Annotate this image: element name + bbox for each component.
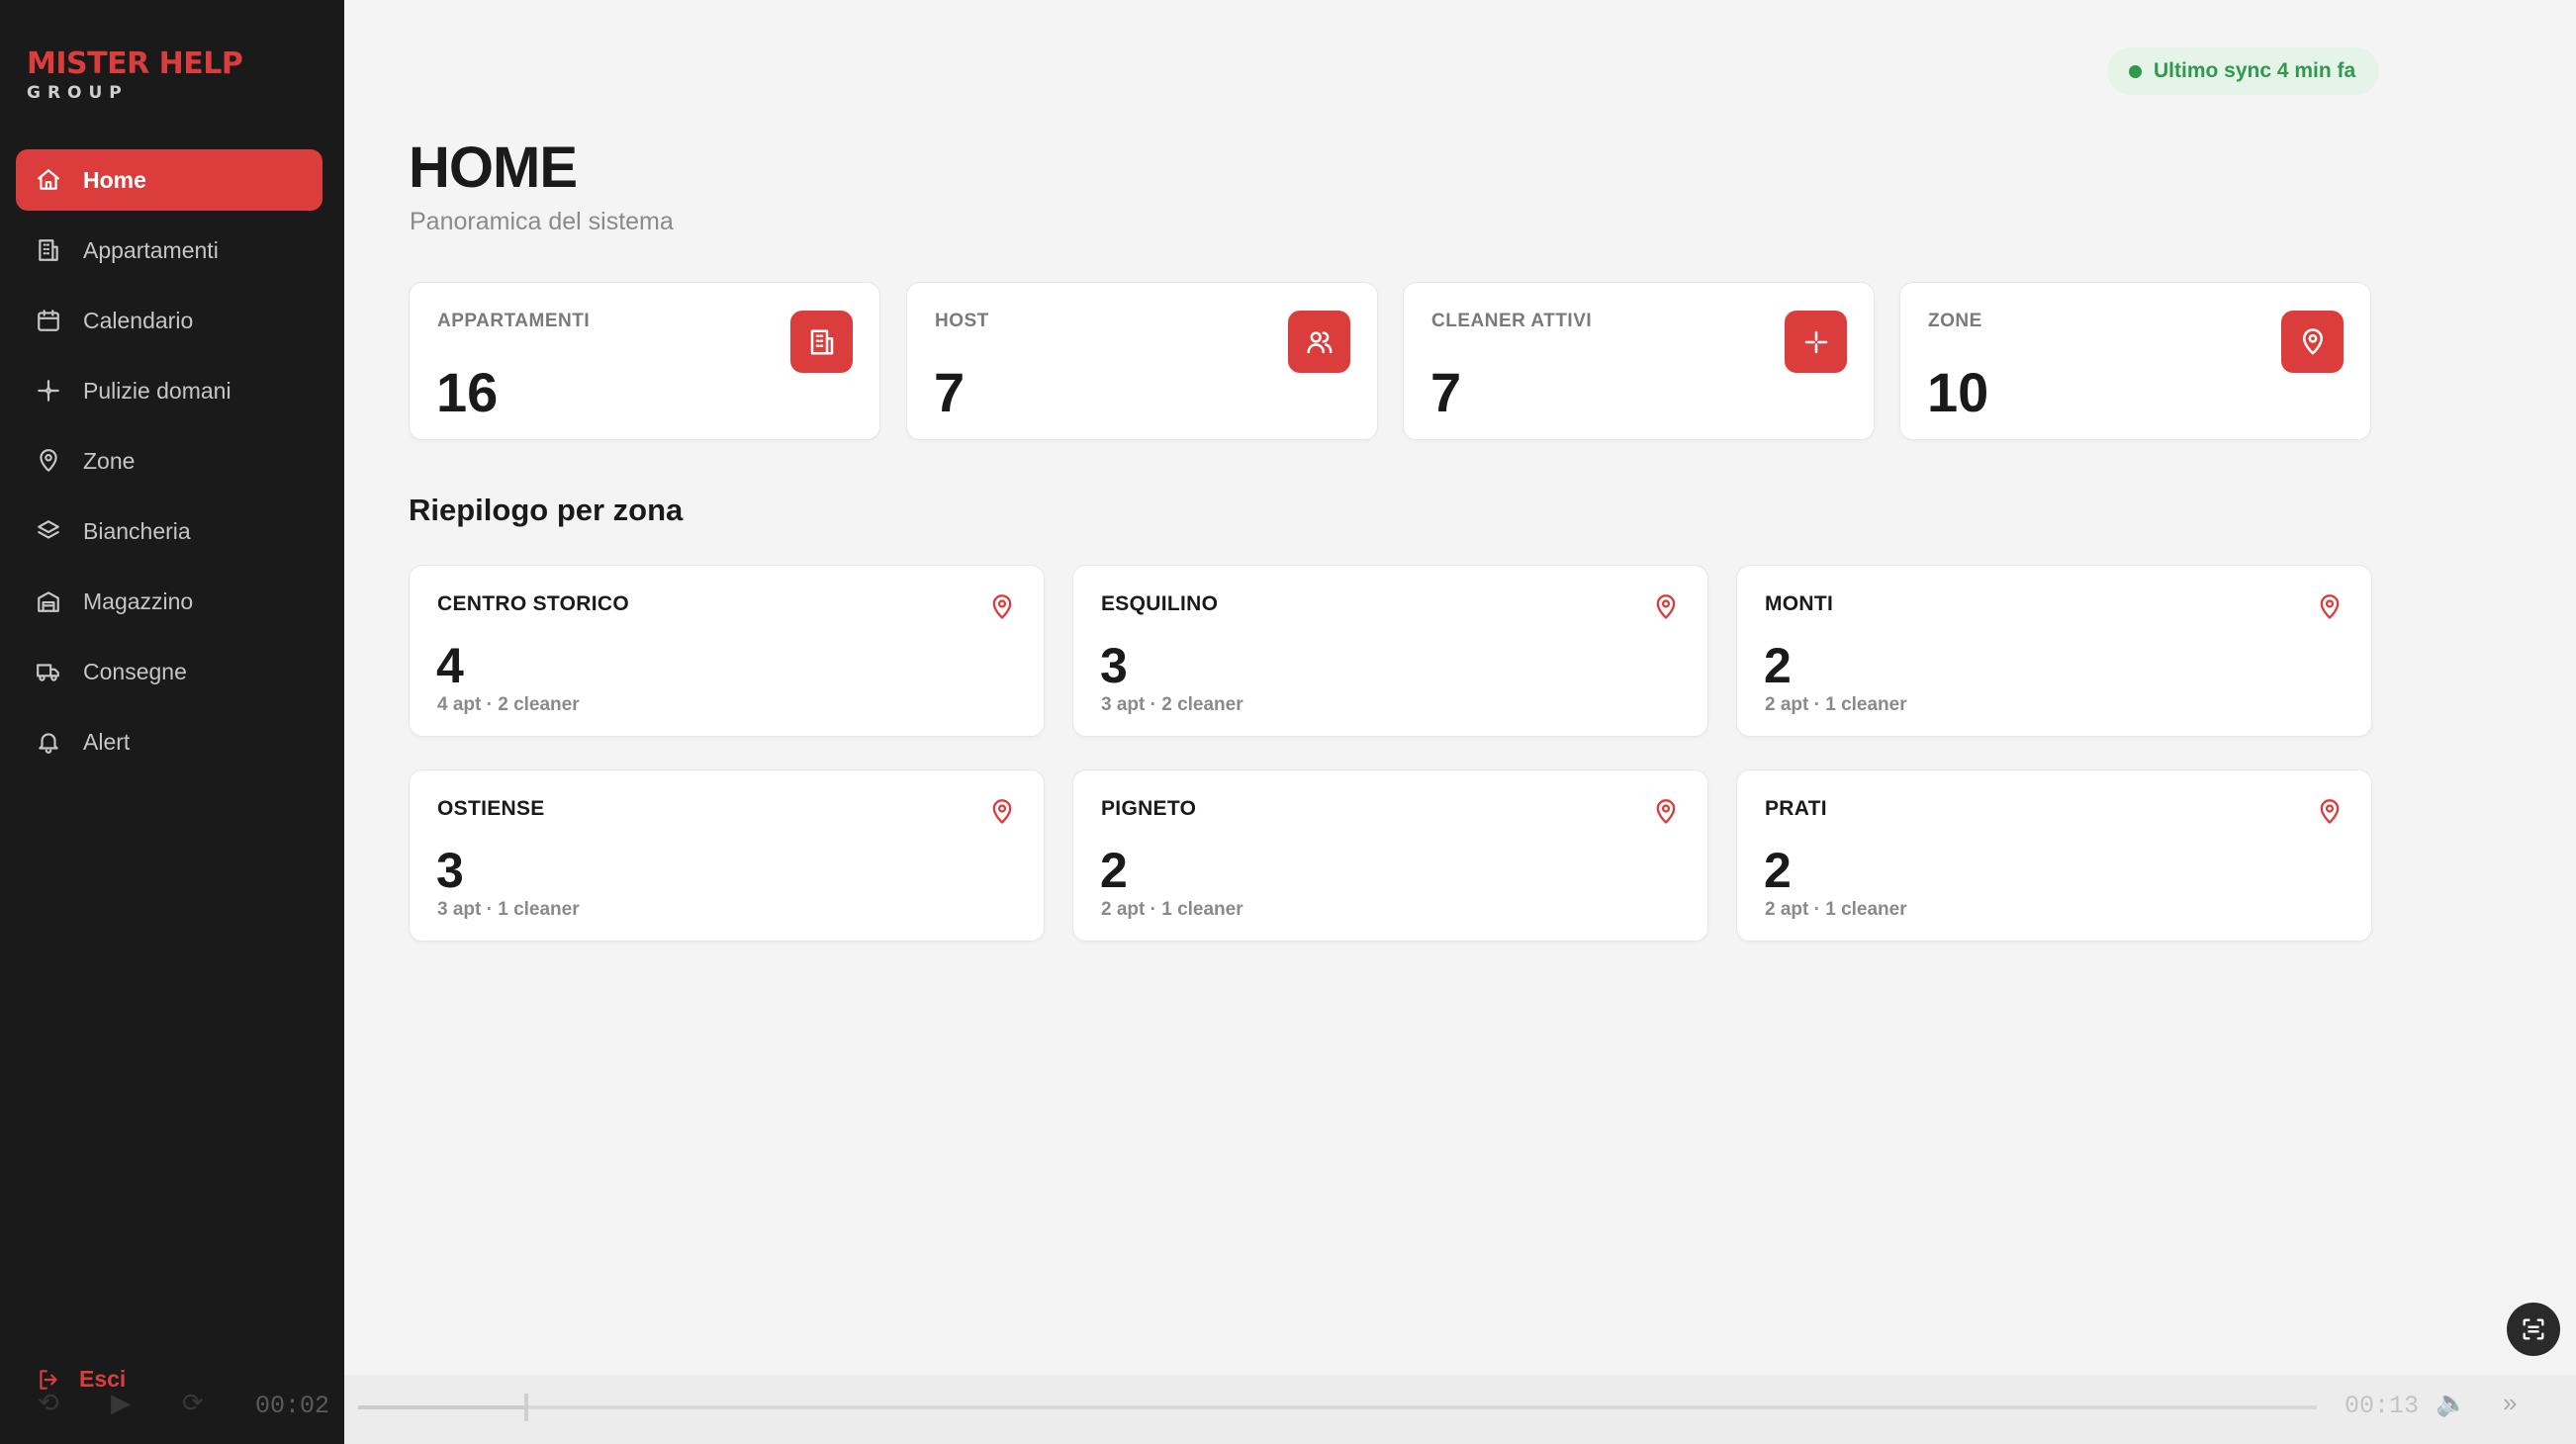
sidebar-item-label: Calendario [83, 307, 194, 333]
layers-icon [36, 518, 61, 544]
map-pin-icon [2316, 592, 2344, 622]
rewind-icon[interactable]: ⟲ [38, 1388, 59, 1418]
map-pin-icon [2316, 797, 2344, 827]
stat-card-zone: ZONE 10 [1899, 282, 2371, 440]
stat-value: 7 [1430, 361, 1462, 423]
skip-icon[interactable]: » [2503, 1388, 2517, 1418]
media-progress-bar[interactable] [358, 1394, 2317, 1421]
zone-detail: 3 apt · 1 cleaner [437, 899, 580, 920]
zone-card-centro-storico[interactable]: CENTRO STORICO 4 4 apt · 2 cleaner [409, 565, 1045, 737]
map-pin-icon [988, 592, 1016, 622]
zone-card-prati[interactable]: PRATI 2 2 apt · 1 cleaner [1736, 769, 2372, 942]
sidebar-item-zone[interactable]: Zone [16, 430, 322, 492]
zone-name: ESQUILINO [1101, 592, 1219, 615]
page-subtitle: Panoramica del sistema [410, 208, 674, 235]
zone-count: 4 [436, 638, 464, 693]
status-dot-icon [2129, 64, 2142, 78]
stat-card-host: HOST 7 [906, 282, 1378, 440]
truck-icon [36, 659, 61, 684]
zone-card-ostiense[interactable]: OSTIENSE 3 3 apt · 1 cleaner [409, 769, 1045, 942]
sidebar: MISTER HELP GROUP Home Appartamenti Cale… [0, 0, 344, 1444]
media-progress-knob[interactable] [524, 1394, 529, 1421]
sparkle-icon [1785, 311, 1847, 373]
stat-value: 7 [934, 361, 966, 423]
scan-icon [2523, 1318, 2544, 1340]
media-current-time: 00:02 [255, 1392, 330, 1420]
map-pin-icon [988, 797, 1016, 827]
zone-card-monti[interactable]: MONTI 2 2 apt · 1 cleaner [1736, 565, 2372, 737]
zone-name: PIGNETO [1101, 797, 1197, 820]
zone-detail: 2 apt · 1 cleaner [1101, 899, 1243, 920]
zone-count: 3 [436, 843, 464, 898]
map-pin-icon [1652, 797, 1680, 827]
sidebar-item-label: Biancheria [83, 517, 191, 544]
media-player-bar [0, 1375, 2576, 1444]
brand-name: MISTER HELP [27, 46, 243, 81]
media-bar-background [344, 1375, 2576, 1444]
sidebar-item-alert[interactable]: Alert [16, 711, 322, 772]
sidebar-item-label: Magazzino [83, 587, 194, 614]
brand-logo[interactable]: MISTER HELP GROUP [27, 46, 243, 104]
sparkle-icon [36, 378, 61, 404]
stat-value: 16 [436, 361, 499, 423]
zone-card-pigneto[interactable]: PIGNETO 2 2 apt · 1 cleaner [1072, 769, 1708, 942]
sidebar-item-label: Pulizie domani [83, 377, 231, 404]
map-pin-icon [36, 448, 61, 474]
zone-name: CENTRO STORICO [437, 592, 629, 615]
bell-icon [36, 729, 61, 755]
zone-card-esquilino[interactable]: ESQUILINO 3 3 apt · 2 cleaner [1072, 565, 1708, 737]
map-pin-icon [1652, 592, 1680, 622]
zone-count: 2 [1764, 638, 1792, 693]
sidebar-nav: Home Appartamenti Calendario Pulizie dom… [16, 149, 322, 781]
zone-count: 2 [1100, 843, 1128, 898]
sidebar-item-biancheria[interactable]: Biancheria [16, 500, 322, 562]
zone-name: OSTIENSE [437, 797, 545, 820]
building-icon [790, 311, 853, 373]
zone-count: 2 [1764, 843, 1792, 898]
zone-detail: 2 apt · 1 cleaner [1765, 694, 1907, 715]
media-progress-fill [358, 1405, 525, 1409]
zone-detail: 3 apt · 2 cleaner [1101, 694, 1243, 715]
sidebar-item-calendario[interactable]: Calendario [16, 290, 322, 351]
sync-status-badge: Ultimo sync 4 min fa [2107, 47, 2380, 95]
zone-count: 3 [1100, 638, 1128, 693]
sidebar-item-label: Consegne [83, 658, 187, 684]
sidebar-item-magazzino[interactable]: Magazzino [16, 571, 322, 632]
sidebar-item-pulizie-domani[interactable]: Pulizie domani [16, 360, 322, 421]
map-pin-icon [2281, 311, 2344, 373]
zone-detail: 4 apt · 2 cleaner [437, 694, 580, 715]
sync-status-label: Ultimo sync 4 min fa [2154, 59, 2356, 82]
calendar-icon [36, 308, 61, 333]
stat-label: ZONE [1928, 311, 1982, 331]
sidebar-item-label: Zone [83, 447, 136, 474]
sidebar-item-label: Alert [83, 728, 131, 755]
play-icon[interactable]: ▶ [111, 1388, 131, 1418]
sidebar-item-appartamenti[interactable]: Appartamenti [16, 220, 322, 281]
page-title: HOME [409, 135, 578, 200]
stat-label: HOST [935, 311, 989, 331]
sidebar-item-consegne[interactable]: Consegne [16, 641, 322, 702]
sidebar-item-label: Appartamenti [83, 236, 219, 263]
home-icon [36, 167, 61, 193]
volume-icon[interactable]: 🔈 [2436, 1388, 2467, 1418]
zone-detail: 2 apt · 1 cleaner [1765, 899, 1907, 920]
stat-label: CLEANER ATTIVI [1431, 311, 1593, 331]
zone-name: MONTI [1765, 592, 1834, 615]
users-icon [1288, 311, 1350, 373]
brand-subtitle: GROUP [27, 83, 129, 103]
media-total-time: 00:13 [2345, 1392, 2420, 1420]
sidebar-item-label: Home [83, 166, 146, 193]
scan-button[interactable] [2507, 1303, 2560, 1356]
stat-card-appartamenti: APPARTAMENTI 16 [409, 282, 880, 440]
building-icon [36, 237, 61, 263]
warehouse-icon [36, 588, 61, 614]
stat-value: 10 [1927, 361, 1989, 423]
sidebar-item-home[interactable]: Home [16, 149, 322, 211]
stat-label: APPARTAMENTI [437, 311, 591, 331]
zone-name: PRATI [1765, 797, 1827, 820]
stat-card-cleaner-attivi: CLEANER ATTIVI 7 [1403, 282, 1875, 440]
forward-icon[interactable]: ⟳ [182, 1388, 204, 1418]
section-title: Riepilogo per zona [409, 493, 684, 527]
